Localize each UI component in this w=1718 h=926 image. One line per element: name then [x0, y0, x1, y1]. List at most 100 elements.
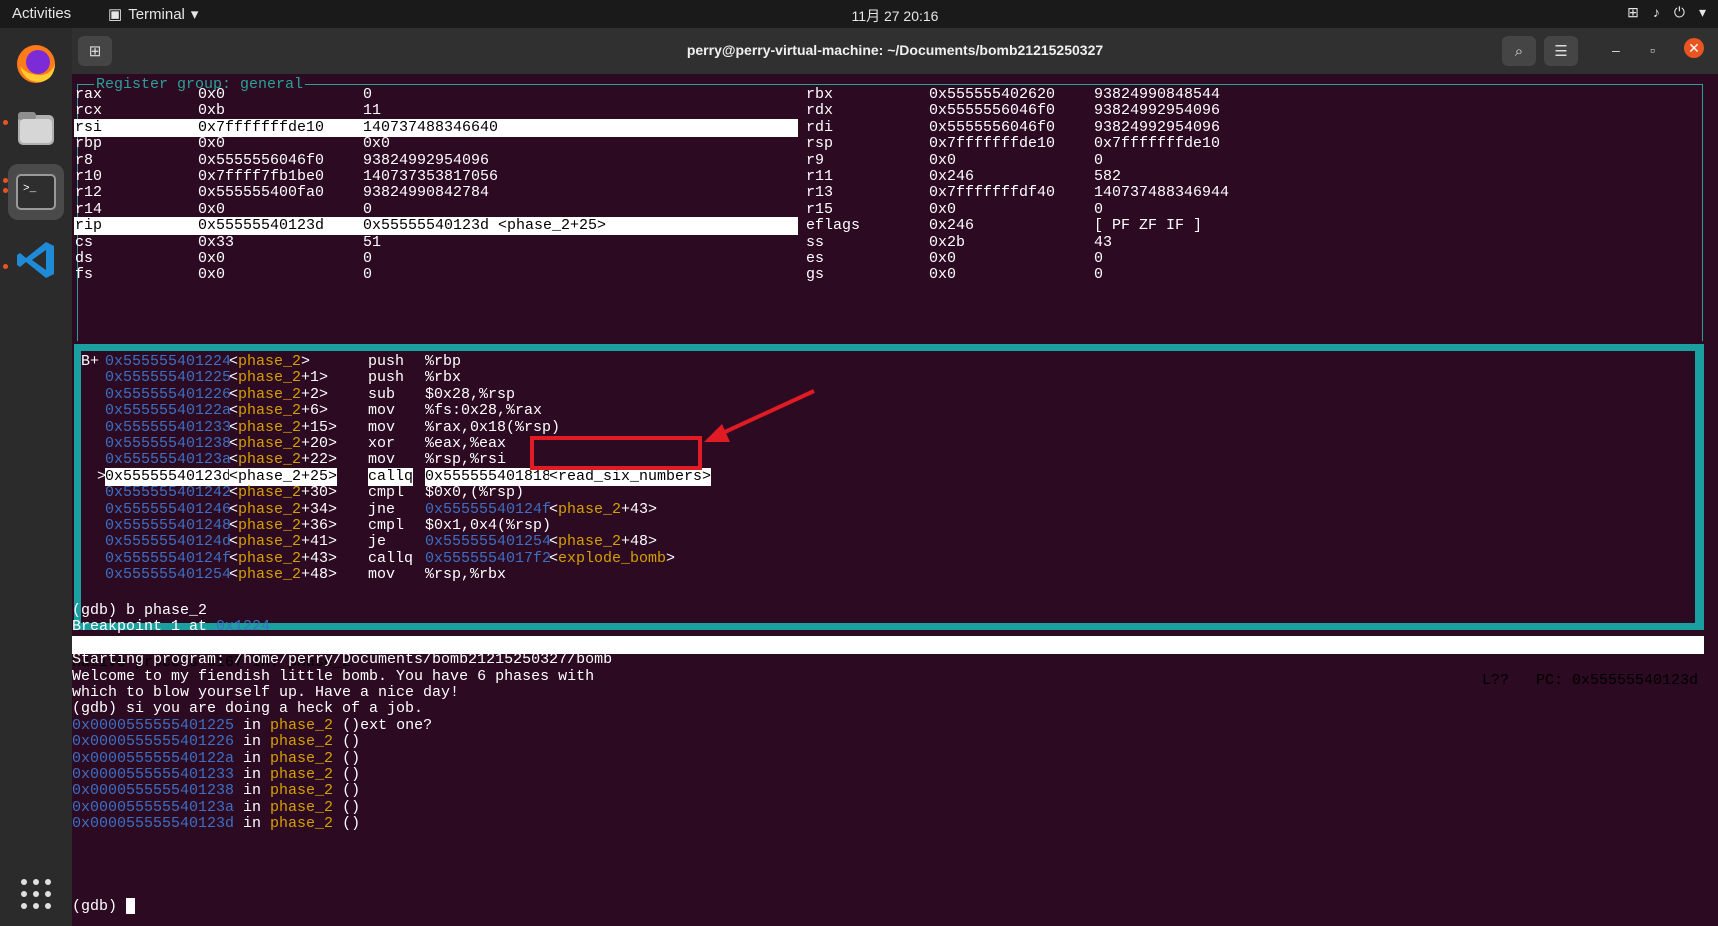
register-name: gs — [806, 266, 825, 284]
show-apps-grid-icon[interactable] — [8, 866, 64, 922]
console-address: 0x0000555555401233 — [72, 766, 235, 783]
register-hex: 0x55555540123d — [198, 217, 325, 235]
firefox-icon[interactable] — [8, 36, 64, 92]
symbol-name: phase_2 — [238, 451, 302, 469]
register-hex: 0x0 — [198, 250, 226, 267]
target-address: 0x555555401254 — [425, 533, 552, 551]
symbol-open: < — [229, 435, 239, 452]
console-line: 0x000055555540123a in phase_2 () — [72, 799, 360, 817]
console-line: (gdb) b phase_2 — [72, 602, 207, 620]
symbol-name: phase_2 — [238, 418, 302, 436]
register-dec: 93824992954096 — [1094, 102, 1221, 120]
console-symbol: phase_2 — [270, 815, 334, 833]
register-hex: 0x7fffffffde10 — [929, 135, 1056, 153]
operands: $0x28,%rsp — [425, 385, 516, 403]
red-arrow-icon — [704, 389, 815, 442]
instruction-address: 0x55555540124d — [105, 533, 232, 551]
console-address: 0x000055555540123a — [72, 798, 235, 816]
target-open: < — [549, 467, 559, 486]
system-tray[interactable]: ⊞ ♪ ⏻ ▾ — [1627, 4, 1706, 21]
register-hex: 0x0 — [198, 135, 226, 153]
close-button[interactable]: ✕ — [1684, 38, 1704, 58]
console-suffix: () — [342, 766, 361, 783]
symbol-offset: +15> — [301, 418, 338, 436]
console-line: Starting program: /home/perry/Documents/… — [72, 651, 612, 669]
console-address: 0x0000555555401238 — [72, 782, 235, 800]
symbol-open: < — [229, 549, 239, 567]
highlight-box — [530, 436, 702, 470]
menu-button[interactable]: ☰ — [1544, 36, 1578, 66]
console-line: 0x000055555540123d in phase_2 () — [72, 815, 360, 833]
console-space — [333, 717, 342, 734]
console-text: Welcome to my fiendish little bomb. You … — [72, 667, 595, 685]
register-hex: 0x0 — [929, 200, 957, 218]
volume-icon: ♪ — [1652, 4, 1660, 20]
operands: %rsp,%rbx — [425, 566, 507, 584]
operands: %rsp,%rsi — [425, 451, 507, 469]
register-name: r9 — [806, 151, 825, 169]
register-dec: 140737488346944 — [1094, 184, 1230, 202]
register-hex: 0x7ffff7fb1be0 — [198, 168, 325, 185]
register-hex: 0x0 — [198, 200, 226, 218]
instruction-address: 0x555555401238 — [105, 435, 232, 452]
clock[interactable]: 11月 27 20:16 — [0, 6, 1718, 26]
register-dec: 43 — [1094, 233, 1113, 251]
register-hex: 0x2b — [929, 233, 966, 251]
symbol-open: < — [229, 402, 239, 420]
terminal-content[interactable]: Register group: general rax 0x0 0 rcx 0xb 11 r… — [72, 74, 1718, 926]
console-line: 0x0000555555401225 in phase_2 ()ext one? — [72, 717, 432, 735]
target-offset: > — [666, 549, 676, 567]
gdb-prompt-line[interactable]: (gdb) — [72, 898, 136, 916]
console-symbol: phase_2 — [270, 782, 334, 800]
register-name: rsp — [806, 135, 834, 153]
symbol-name: phase_2 — [238, 533, 302, 551]
operands: %eax,%eax — [425, 435, 507, 452]
opcode: mov — [368, 451, 396, 469]
opcode: push — [368, 369, 405, 387]
instruction-address: 0x555555401226 — [105, 385, 232, 403]
register-dec: 0 — [363, 266, 373, 284]
terminal-dock-icon[interactable]: >_ — [8, 164, 64, 220]
register-name: rdx — [806, 102, 834, 120]
instruction-address: 0x555555401254 — [105, 566, 232, 584]
console-suffix: ()ext one? — [342, 716, 433, 734]
register-hex: 0x246 — [929, 217, 975, 235]
register-hex: 0x0 — [929, 250, 957, 267]
symbol-offset: +43> — [301, 549, 338, 567]
symbol-offset: +36> — [301, 517, 338, 534]
running-indicator — [3, 188, 8, 193]
search-button[interactable]: ⌕ — [1502, 36, 1536, 66]
register-name: r8 — [75, 151, 94, 169]
console-address: 0x0000555555401225 — [72, 716, 235, 734]
top-bar: Activities ▣ Terminal ▾ 11月 27 20:16 ⊞ ♪… — [0, 0, 1718, 28]
register-hex: 0x5555556046f0 — [929, 118, 1056, 136]
register-name: rsi — [75, 118, 103, 136]
console-in: in — [234, 766, 271, 783]
opcode: mov — [368, 418, 396, 436]
files-icon[interactable] — [8, 100, 64, 156]
console-suffix: () — [342, 782, 361, 800]
symbol-offset: +22> — [301, 451, 338, 469]
register-dec: 0 — [363, 86, 373, 103]
console-suffix: () — [342, 749, 361, 767]
symbol-offset: +41> — [301, 533, 338, 551]
symbol-name: phase_2 — [238, 549, 302, 567]
symbol-offset: +20> — [301, 435, 338, 452]
console-line: 0x0000555555401238 in phase_2 () — [72, 782, 360, 800]
minimize-button[interactable]: – — [1612, 42, 1620, 58]
maximize-button[interactable]: ▫ — [1650, 42, 1655, 58]
instruction-address: 0x555555401225 — [105, 369, 232, 387]
console-suffix: () — [342, 798, 361, 816]
register-dec: 0 — [1094, 200, 1104, 218]
opcode: jne — [368, 500, 396, 518]
console-symbol: phase_2 — [270, 749, 334, 767]
dock: >_ — [0, 28, 72, 926]
console-in: in — [234, 716, 271, 734]
console-symbol: phase_2 — [270, 716, 334, 734]
symbol-open: < — [229, 467, 239, 486]
target-address: 0x555555401818 — [425, 467, 552, 486]
symbol-name: phase_2 — [238, 517, 302, 534]
vscode-icon[interactable] — [8, 232, 64, 288]
register-hex: 0x0 — [929, 151, 957, 169]
search-icon: ⌕ — [1514, 42, 1524, 60]
